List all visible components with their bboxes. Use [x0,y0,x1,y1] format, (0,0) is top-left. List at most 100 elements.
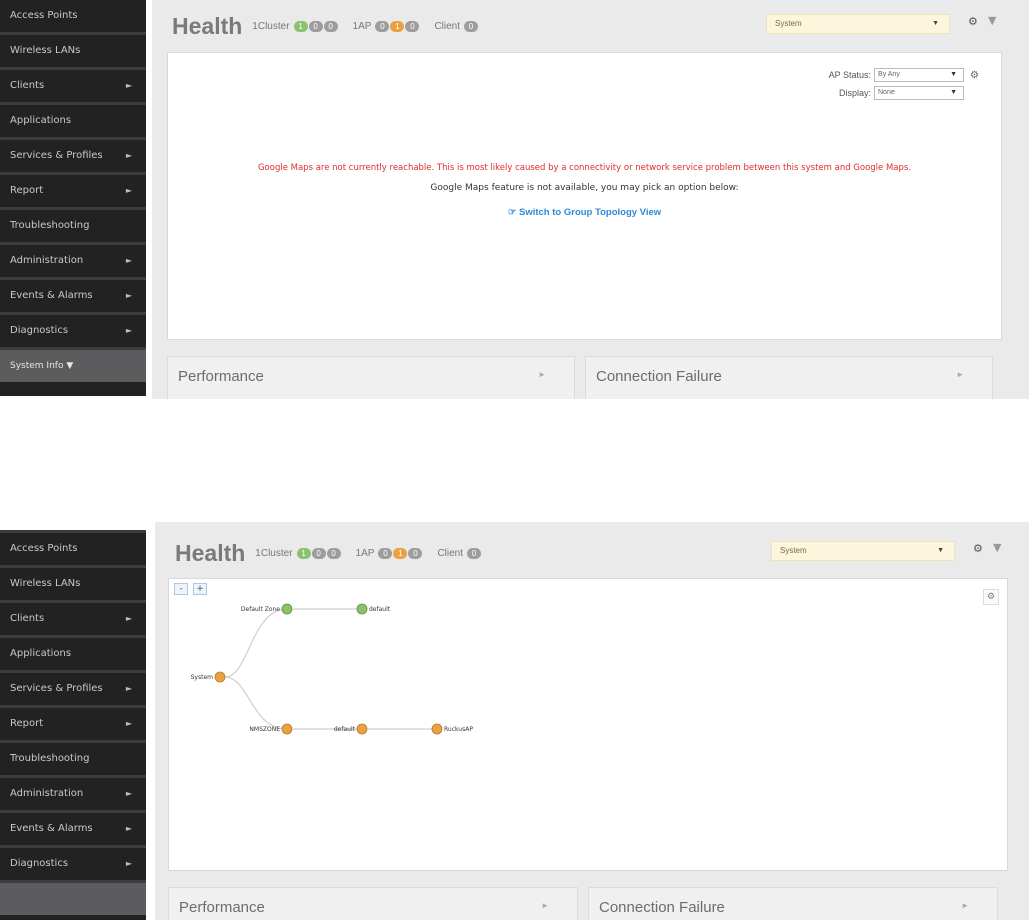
chevron-right-icon: ► [125,81,132,90]
sidebar-section-system-info[interactable] [0,880,146,915]
gear-icon[interactable]: ⚙ [968,15,978,28]
status-badge-offline: 0 [326,547,341,559]
chevron-right-icon: ► [961,901,969,910]
filter-icon[interactable]: ▼ [988,14,996,27]
sidebar-item-administration[interactable]: Administration ► [0,242,146,277]
health-header: Health 1Cluster 1 0 0 1AP 0 1 0 Client 0 [172,11,493,41]
cluster-counter[interactable]: 1Cluster 1 0 0 [255,547,341,559]
sidebar-item-access-points[interactable]: Access Points [0,0,146,32]
tile-connection-failure[interactable]: Connection Failure ► [588,887,998,920]
sidebar-item-clients[interactable]: Clients ► [0,600,146,635]
sidebar-item-report[interactable]: Report ► [0,705,146,740]
chevron-down-icon: ▼ [937,547,944,554]
sidebar-item-label: Services & Profiles [10,150,103,161]
chevron-right-icon: ► [125,256,132,265]
health-header: Health 1Cluster 1 0 0 1AP 0 1 0 Client 0 [175,538,496,568]
cluster-counter[interactable]: 1Cluster 1 0 0 [252,20,338,32]
system-select-value: System [780,546,807,555]
sidebar-item-applications[interactable]: Applications [0,102,146,137]
tile-performance[interactable]: Performance ► [168,887,578,920]
ap-status-label: AP Status: [828,70,872,80]
topology-label-default-group: default [334,726,356,733]
sidebar-item-events-alarms[interactable]: Events & Alarms ► [0,810,146,845]
tile-connection-failure-title: Connection Failure [599,899,725,916]
summary-tiles: Performance ► Connection Failure ► [168,887,1008,920]
sidebar-item-administration[interactable]: Administration ► [0,775,146,810]
gear-icon[interactable]: ⚙ [970,70,979,81]
ap-label: 1AP [352,20,372,32]
tile-performance-title: Performance [178,368,264,385]
ap-label: 1AP [355,547,375,559]
sidebar-item-label: Clients [10,613,45,624]
chevron-right-icon: ► [125,151,132,160]
page-title: Health [175,539,246,566]
topology-link [224,676,288,730]
chevron-right-icon: ► [125,824,132,833]
topology-node-default-group[interactable] [356,723,368,735]
sidebar-section-label: System Info ▼ [10,361,74,371]
sidebar: Access Points Wireless LANs Clients ► App… [0,530,146,920]
topology-node-default-zone[interactable] [281,603,293,615]
sidebar-section-system-info[interactable]: System Info ▼ [0,347,146,382]
google-maps-note-text: Google Maps feature is not available, yo… [430,183,739,193]
ap-status-select[interactable]: By Any ▼ [874,68,965,82]
chevron-right-icon: ► [125,326,132,335]
ap-status-value: By Any [878,71,900,78]
client-label: Client [437,547,464,559]
cluster-label: 1Cluster [255,547,293,559]
map-panel: AP Status: By Any ▼ ⚙ Display: None ▼ Go… [167,52,1002,340]
topology-label-nmszone: NMSZONE [249,726,280,733]
system-select[interactable]: System ▼ [771,541,955,561]
chevron-down-icon: ▼ [950,89,957,96]
sidebar-item-access-points[interactable]: Access Points [0,530,146,565]
tile-performance-title: Performance [179,899,265,916]
display-row: Display: None ▼ [839,86,964,100]
sidebar-item-label: Applications [10,115,72,126]
sidebar-item-label: Administration [10,788,84,799]
client-counter[interactable]: Client 0 [434,20,479,32]
sidebar-item-label: Diagnostics [10,858,69,869]
screenshot-map-view: Access Points Wireless LANs Clients ► App… [0,0,1029,399]
sidebar-item-wireless-lans[interactable]: Wireless LANs [0,32,146,67]
gear-icon[interactable]: ⚙ [973,542,983,555]
status-badge-online: 0 [375,20,390,32]
chevron-right-icon: ► [125,859,132,868]
tile-performance[interactable]: Performance ► [167,356,575,399]
system-select[interactable]: System ▼ [766,14,950,34]
switch-topology-link-label: Switch to Group Topology View [519,207,662,218]
sidebar-item-services-profiles[interactable]: Services & Profiles ► [0,670,146,705]
sidebar-item-label: Applications [10,648,72,659]
sidebar-item-wireless-lans[interactable]: Wireless LANs [0,565,146,600]
sidebar-item-troubleshooting[interactable]: Troubleshooting [0,740,146,775]
topology-node-default-wlan[interactable] [356,603,368,615]
client-counter[interactable]: Client 0 [437,547,482,559]
sidebar-item-diagnostics[interactable]: Diagnostics ► [0,845,146,880]
sidebar-item-label: Report [10,185,44,196]
sidebar-item-label: Administration [10,255,84,266]
sidebar-item-events-alarms[interactable]: Events & Alarms ► [0,277,146,312]
sidebar-item-troubleshooting[interactable]: Troubleshooting [0,207,146,242]
switch-topology-link[interactable]: ☞ Switch to Group Topology View [168,207,1001,218]
sidebar-item-services-profiles[interactable]: Services & Profiles ► [0,137,146,172]
display-select[interactable]: None ▼ [874,86,964,100]
sidebar-item-label: Access Points [10,10,78,21]
filter-icon[interactable]: ▼ [993,541,1001,554]
sidebar-item-clients[interactable]: Clients ► [0,67,146,102]
sidebar-item-label: Report [10,718,44,729]
sidebar-item-diagnostics[interactable]: Diagnostics ► [0,312,146,347]
topology-node-ap[interactable] [431,723,443,735]
ap-counter[interactable]: 1AP 0 1 0 [355,547,424,559]
display-value: None [878,89,895,96]
tile-connection-failure-title: Connection Failure [596,368,722,385]
topology-node-system[interactable] [214,671,226,683]
client-label: Client [434,20,461,32]
topology-node-nmszone[interactable] [281,723,293,735]
tile-connection-failure[interactable]: Connection Failure ► [585,356,993,399]
ap-status-row: AP Status: By Any ▼ ⚙ [829,68,979,82]
sidebar-item-applications[interactable]: Applications [0,635,146,670]
chevron-right-icon: ► [125,684,132,693]
summary-tiles: Performance ► Connection Failure ► [167,356,1003,399]
hand-pointer-icon: ☞ [507,207,517,218]
sidebar-item-report[interactable]: Report ► [0,172,146,207]
ap-counter[interactable]: 1AP 0 1 0 [352,20,421,32]
